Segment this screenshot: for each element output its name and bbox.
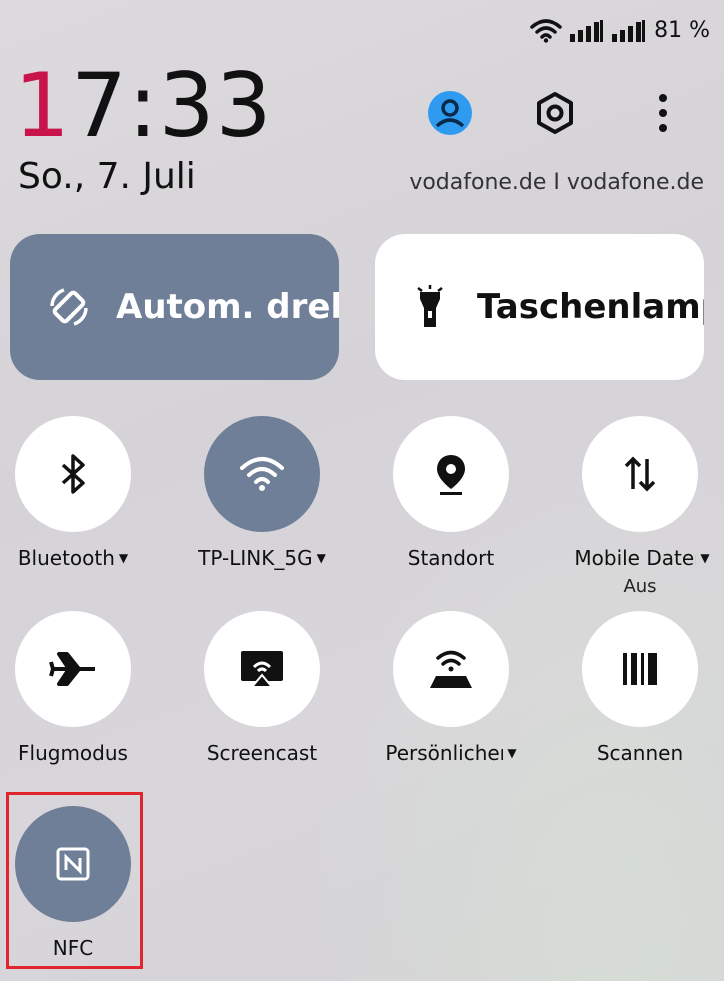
- scan-label[interactable]: Scannen: [565, 741, 715, 765]
- bluetooth-label-text: Bluetooth: [17, 546, 115, 570]
- bluetooth-tile[interactable]: Bluetooth ▼: [0, 416, 148, 570]
- mobile-data-toggle[interactable]: [582, 416, 698, 532]
- user-icon[interactable]: [425, 88, 475, 138]
- dropdown-caret-icon: ▼: [316, 551, 326, 565]
- location-toggle[interactable]: [393, 416, 509, 532]
- signal-strength-icon-2: [612, 19, 646, 42]
- bluetooth-toggle[interactable]: [15, 416, 131, 532]
- auto-rotate-tile[interactable]: Autom. drehen: [10, 234, 339, 380]
- clock-rest: 7:33: [71, 54, 273, 157]
- location-icon: [437, 455, 465, 495]
- scan-tile[interactable]: Scannen: [565, 611, 715, 765]
- bluetooth-icon: [61, 454, 85, 494]
- rotate-icon: [44, 282, 94, 332]
- dropdown-caret-icon: ▼: [700, 551, 710, 565]
- scan-icon: [623, 653, 657, 685]
- screencast-icon: [241, 651, 283, 688]
- wifi-toggle[interactable]: [204, 416, 320, 532]
- flashlight-label: Taschenlampe: [477, 287, 704, 327]
- wifi-label-text: TP-LINK_5G: [198, 546, 313, 570]
- clock[interactable]: 17:33: [14, 62, 273, 150]
- hotspot-label-text: Persönlicher Hotspot: [385, 741, 504, 765]
- hotspot-icon: [430, 650, 472, 688]
- airplane-mode-toggle[interactable]: [15, 611, 131, 727]
- location-tile[interactable]: Standort: [376, 416, 526, 570]
- more-icon[interactable]: [638, 88, 688, 138]
- auto-rotate-label: Autom. drehen: [116, 287, 339, 327]
- wifi-icon: [240, 457, 284, 491]
- flashlight-icon: [405, 282, 455, 332]
- wifi-status-icon: [530, 18, 562, 43]
- battery-level: 81 %: [654, 18, 710, 43]
- clock-hour-first: 1: [14, 54, 71, 157]
- screencast-tile[interactable]: Screencast: [187, 611, 337, 765]
- flashlight-tile[interactable]: Taschenlampe: [375, 234, 704, 380]
- airplane-icon: [49, 652, 95, 686]
- screencast-label[interactable]: Screencast: [187, 741, 337, 765]
- dropdown-caret-icon: ▼: [118, 551, 129, 565]
- airplane-mode-tile[interactable]: Flugmodus: [0, 611, 148, 765]
- wifi-tile[interactable]: TP-LINK_5G ▼: [187, 416, 337, 570]
- bluetooth-label[interactable]: Bluetooth ▼: [0, 546, 148, 570]
- mobile-data-icon: [624, 456, 656, 492]
- airplane-mode-label[interactable]: Flugmodus: [0, 741, 148, 765]
- mobile-data-status: Aus: [623, 576, 657, 597]
- settings-icon[interactable]: [530, 88, 580, 138]
- hotspot-label[interactable]: Persönlicher Hotspot▼: [376, 741, 526, 765]
- hotspot-toggle[interactable]: [393, 611, 509, 727]
- mobile-data-label[interactable]: Mobile Daten ▼: [565, 546, 715, 570]
- scan-toggle[interactable]: [582, 611, 698, 727]
- mobile-data-label-text: Mobile Daten: [574, 546, 697, 570]
- highlight-box: [6, 792, 143, 969]
- dropdown-caret-icon: ▼: [507, 746, 517, 760]
- signal-strength-icon: [570, 19, 604, 42]
- location-label[interactable]: Standort: [376, 546, 526, 570]
- hotspot-tile[interactable]: Persönlicher Hotspot▼: [376, 611, 526, 765]
- date[interactable]: So., 7. Juli: [18, 156, 196, 197]
- status-bar: 81 %: [530, 18, 710, 43]
- mobile-data-tile[interactable]: Mobile Daten ▼ Aus: [565, 416, 715, 597]
- screencast-toggle[interactable]: [204, 611, 320, 727]
- wifi-label[interactable]: TP-LINK_5G ▼: [187, 546, 337, 570]
- carrier-text: vodafone.de I vodafone.de: [409, 170, 704, 195]
